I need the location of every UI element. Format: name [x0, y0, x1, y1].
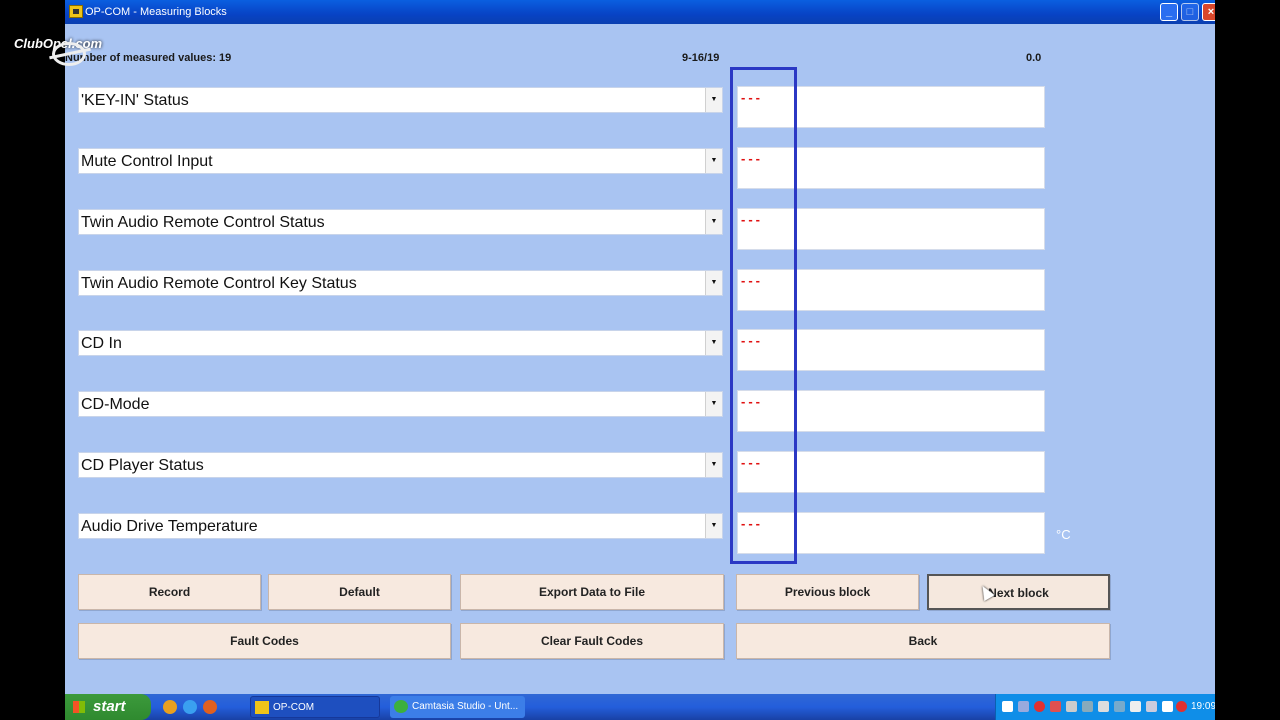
tray-icon[interactable] [1066, 701, 1077, 712]
close-button[interactable]: × [1202, 3, 1215, 21]
opel-logo-icon [52, 42, 86, 66]
dropdown-arrow-icon[interactable]: ▼ [705, 149, 722, 173]
parameter-label: CD In [81, 335, 122, 352]
quicklaunch-firefox-icon[interactable] [203, 700, 217, 714]
parameter-label: CD Player Status [81, 457, 204, 474]
tray-icon[interactable] [1176, 701, 1187, 712]
maximize-button[interactable]: □ [1181, 3, 1199, 21]
clear-fault-codes-button[interactable]: Clear Fault Codes [460, 623, 724, 659]
clock: 19:09 [1191, 701, 1215, 712]
measured-values-count: Number of measured values: 19 [65, 52, 232, 64]
tray-icon[interactable] [1162, 701, 1173, 712]
system-tray: 19:09 [995, 694, 1215, 720]
quicklaunch-browser-icon[interactable] [163, 700, 177, 714]
next-block-button[interactable]: Next block [927, 574, 1110, 610]
opcom-app-icon [69, 5, 83, 18]
parameter-select-2[interactable]: Mute Control Input ▼ [78, 148, 723, 174]
watermark: ClubOpel.com [14, 36, 102, 66]
tray-icon[interactable] [1034, 701, 1045, 712]
task-opcom[interactable]: OP-COM [250, 696, 380, 718]
dropdown-arrow-icon[interactable]: ▼ [705, 514, 722, 538]
parameter-label: Audio Drive Temperature [81, 518, 258, 535]
opcom-task-icon [255, 701, 269, 714]
task-camtasia[interactable]: Camtasia Studio - Unt... [390, 696, 525, 718]
dropdown-arrow-icon[interactable]: ▼ [705, 331, 722, 355]
parameter-label: Twin Audio Remote Control Status [81, 214, 325, 231]
value-column-highlight [730, 67, 797, 564]
back-button[interactable]: Back [736, 623, 1110, 659]
tray-icon[interactable] [1082, 701, 1093, 712]
camtasia-task-icon [394, 700, 408, 713]
parameter-select-8[interactable]: Audio Drive Temperature ▼ [78, 513, 723, 539]
dropdown-arrow-icon[interactable]: ▼ [705, 453, 722, 477]
help-icon[interactable] [1002, 701, 1013, 712]
dropdown-arrow-icon[interactable]: ▼ [705, 392, 722, 416]
tray-icon[interactable] [1018, 701, 1029, 712]
tray-icon[interactable] [1114, 701, 1125, 712]
parameter-select-1[interactable]: 'KEY-IN' Status ▼ [78, 87, 723, 113]
dropdown-arrow-icon[interactable]: ▼ [705, 210, 722, 234]
dropdown-arrow-icon[interactable]: ▼ [705, 271, 722, 295]
tray-icon[interactable] [1146, 701, 1157, 712]
taskbar: start OP-COM Camtasia Studio - Unt... 19… [65, 694, 1215, 720]
export-data-button[interactable]: Export Data to File [460, 574, 724, 610]
desktop-screen: OP-COM - Measuring Blocks _ □ × Number o… [65, 0, 1215, 720]
parameter-select-7[interactable]: CD Player Status ▼ [78, 452, 723, 478]
fault-codes-button[interactable]: Fault Codes [78, 623, 451, 659]
record-button[interactable]: Record [78, 574, 261, 610]
dropdown-arrow-icon[interactable]: ▼ [705, 88, 722, 112]
parameter-label: Mute Control Input [81, 153, 213, 170]
parameter-label: CD-Mode [81, 396, 150, 413]
default-button[interactable]: Default [268, 574, 451, 610]
block-range-label: 9-16/19 [682, 52, 720, 64]
windows-flag-icon [73, 701, 85, 713]
parameter-select-4[interactable]: Twin Audio Remote Control Key Status ▼ [78, 270, 723, 296]
readout-value: 0.0 [1026, 52, 1042, 64]
quicklaunch-ie-icon[interactable] [183, 700, 197, 714]
tray-icon[interactable] [1050, 701, 1061, 712]
task-label: OP-COM [273, 702, 315, 713]
tray-icon[interactable] [1130, 701, 1141, 712]
parameter-select-6[interactable]: CD-Mode ▼ [78, 391, 723, 417]
previous-block-button[interactable]: Previous block [736, 574, 919, 610]
start-label: start [93, 698, 126, 715]
start-button[interactable]: start [65, 694, 151, 720]
parameter-select-5[interactable]: CD In ▼ [78, 330, 723, 356]
parameter-label: Twin Audio Remote Control Key Status [81, 275, 357, 292]
parameter-label: 'KEY-IN' Status [81, 92, 189, 109]
window-title: OP-COM - Measuring Blocks [85, 6, 227, 18]
unit-label: °C [1056, 527, 1071, 542]
minimize-button[interactable]: _ [1160, 3, 1178, 21]
parameter-select-3[interactable]: Twin Audio Remote Control Status ▼ [78, 209, 723, 235]
window-title-bar[interactable]: OP-COM - Measuring Blocks _ □ × [65, 0, 1215, 24]
tray-icon[interactable] [1098, 701, 1109, 712]
task-label: Camtasia Studio - Unt... [412, 701, 519, 712]
